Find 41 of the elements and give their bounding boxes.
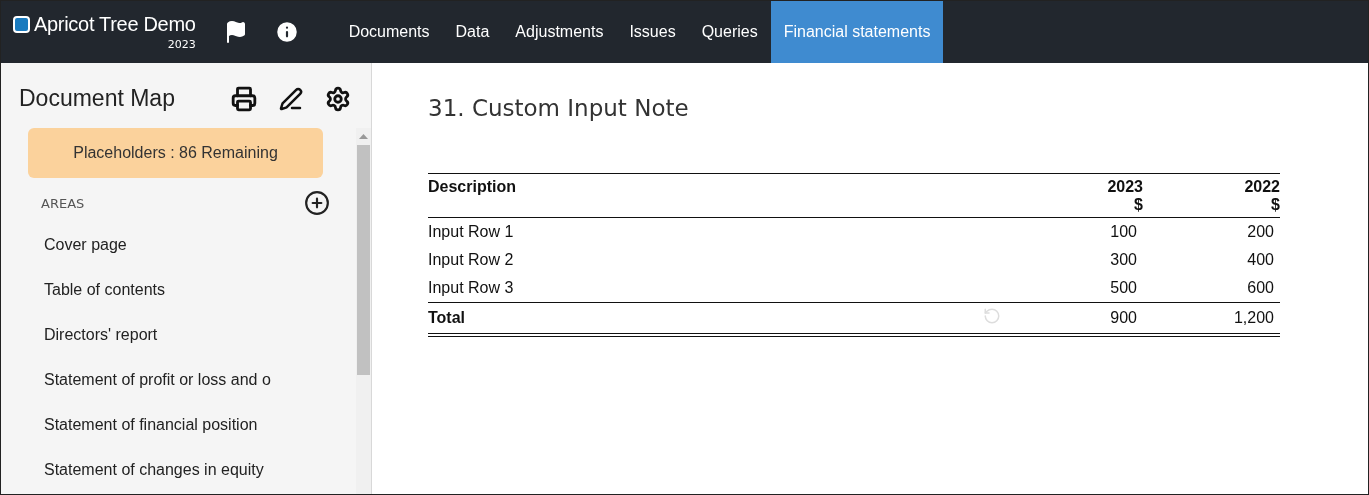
table-cell[interactable]: 500 xyxy=(1110,279,1137,296)
area-item[interactable]: Directors' report xyxy=(28,312,356,357)
table-cell[interactable]: Input Row 2 xyxy=(428,251,514,268)
table-cell[interactable]: 100 xyxy=(1110,223,1137,240)
section-label: AREAS xyxy=(41,195,85,211)
nav-tab[interactable]: Issues xyxy=(616,1,689,63)
add-icon[interactable] xyxy=(304,190,330,216)
table-cell[interactable]: Input Row 1 xyxy=(428,223,514,240)
nav-tab[interactable]: Queries xyxy=(688,1,771,63)
panel-title: Document Map xyxy=(19,85,176,112)
year-label: 2023 xyxy=(167,38,196,51)
column-header: 2023 xyxy=(1107,178,1143,196)
column-header: 2022 xyxy=(1244,178,1280,196)
placeholders-banner[interactable]: Placeholders : 86 Remaining xyxy=(28,128,323,178)
nav-tab[interactable]: Documents xyxy=(335,1,443,63)
unit-label: $ xyxy=(1271,196,1280,213)
area-item[interactable]: Statement of changes in equity xyxy=(28,447,356,492)
table-cell[interactable]: 300 xyxy=(1110,251,1137,268)
area-item[interactable]: Statement of profit or loss and o xyxy=(28,357,356,402)
note-title: 31. Custom Input Note xyxy=(428,95,690,121)
settings-icon[interactable] xyxy=(325,85,351,112)
print-icon[interactable] xyxy=(231,85,257,112)
unit-label: $ xyxy=(1134,196,1143,213)
area-item[interactable]: Table of contents xyxy=(28,267,356,312)
pen-icon[interactable] xyxy=(279,86,303,111)
column-header: Description xyxy=(428,178,516,196)
app-title: Apricot Tree Demo xyxy=(34,13,196,36)
table-cell: Total xyxy=(428,309,466,326)
table-cell[interactable]: Input Row 3 xyxy=(428,279,514,296)
nav-tab[interactable]: Data xyxy=(442,1,503,63)
area-item[interactable]: Cover page xyxy=(28,222,356,267)
scrollbar-thumb[interactable] xyxy=(357,145,370,375)
area-item[interactable]: Statement of financial position xyxy=(28,402,356,447)
table-cell[interactable]: 400 xyxy=(1247,251,1274,268)
nav-tab[interactable]: Financial statements xyxy=(770,1,944,63)
nav-tab[interactable]: Adjustments xyxy=(502,1,617,63)
table-cell[interactable]: 200 xyxy=(1247,223,1274,240)
table-cell: 900 xyxy=(1110,309,1137,326)
table-cell: 1,200 xyxy=(1233,309,1274,326)
table-cell[interactable]: 600 xyxy=(1247,279,1274,296)
logo-icon xyxy=(13,16,30,33)
